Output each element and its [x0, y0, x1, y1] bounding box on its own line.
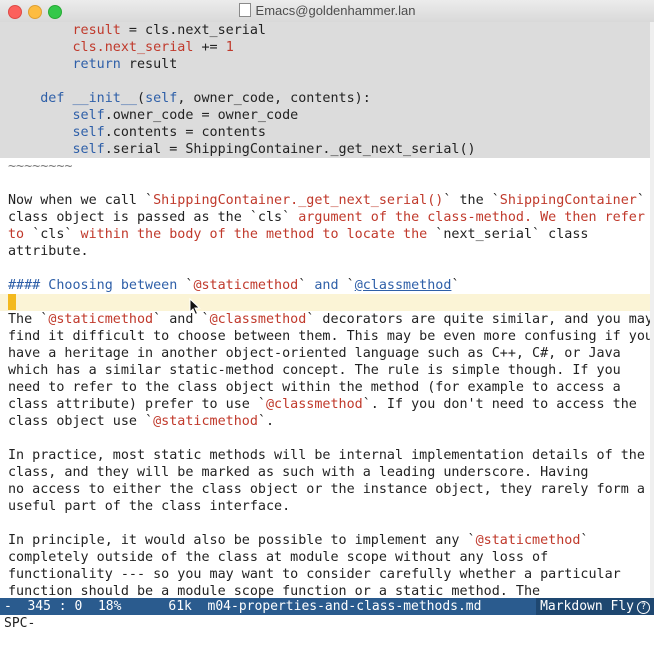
modified-state: - — [4, 599, 12, 614]
text-line: In practice, most static methods will be… — [8, 448, 645, 463]
window-title: Emacs@goldenhammer.lan — [255, 3, 416, 18]
text-line: Now when we call `ShippingContainer._get… — [8, 193, 645, 208]
text-line: In principle, it would also be possible … — [8, 533, 589, 548]
text-line: class attribute) prefer to use `@classme… — [8, 397, 637, 412]
text-line: useful part of the class interface. — [8, 499, 291, 514]
current-line[interactable] — [0, 294, 650, 311]
text-line: find it difficult to choose between them… — [8, 329, 650, 344]
text-line: function should be a module scope functi… — [8, 584, 541, 598]
code-line: self.contents = contents — [0, 124, 650, 141]
text-cursor — [8, 294, 16, 310]
text-line: class, and they will be marked as such w… — [8, 465, 589, 480]
text-line: class object use `@staticmethod`. — [8, 414, 275, 429]
mode-line: - 345 : 0 18% 61k m04-properties-and-cla… — [0, 598, 654, 615]
text-line: to `cls` within the body of the method t… — [8, 227, 589, 242]
circled-question-icon[interactable]: ? — [637, 601, 650, 614]
text-line: functionality --- so you may want to con… — [8, 567, 621, 582]
text-line: class object is passed as the `cls` argu… — [8, 210, 645, 225]
line-number: 345 — [27, 599, 51, 614]
title-bar: Emacs@goldenhammer.lan — [0, 0, 654, 23]
vertical-scrollbar[interactable] — [650, 22, 654, 598]
code-line: result = cls.next_serial — [0, 22, 650, 39]
code-line: self.owner_code = owner_code — [0, 107, 650, 124]
code-fence: ~~~~~~~~ — [8, 159, 73, 174]
section-heading: #### Choosing between `@staticmethod` an… — [8, 278, 460, 293]
buffer-percent: 18% — [97, 599, 122, 614]
minibuffer[interactable]: SPC- — [0, 615, 654, 633]
text-line: completely outside of the class at modul… — [8, 550, 549, 565]
buffer-size: 61k — [168, 599, 192, 614]
code-line — [0, 73, 650, 90]
code-line: return result — [0, 56, 650, 73]
text-line: need to refer to the class object within… — [8, 380, 621, 395]
code-line: cls.next_serial += 1 — [0, 39, 650, 56]
text-line: The `@staticmethod` and `@classmethod` d… — [8, 312, 650, 327]
column-number: 0 — [74, 599, 83, 614]
major-mode[interactable]: Markdown Fly — [540, 599, 634, 614]
text-line: have a heritage in another object-orient… — [8, 346, 621, 361]
text-line: attribute. — [8, 244, 89, 259]
code-line: self.serial = ShippingContainer._get_nex… — [0, 141, 650, 158]
editor-buffer[interactable]: result = cls.next_serial cls.next_serial… — [0, 22, 654, 598]
code-line: def __init__(self, owner_code, contents)… — [0, 90, 650, 107]
buffer-name[interactable]: m04-properties-and-class-methods.md — [208, 598, 482, 615]
text-line: no access to either the class object or … — [8, 482, 645, 497]
document-icon — [238, 3, 251, 17]
text-line: which has a similar static-method concep… — [8, 363, 621, 378]
